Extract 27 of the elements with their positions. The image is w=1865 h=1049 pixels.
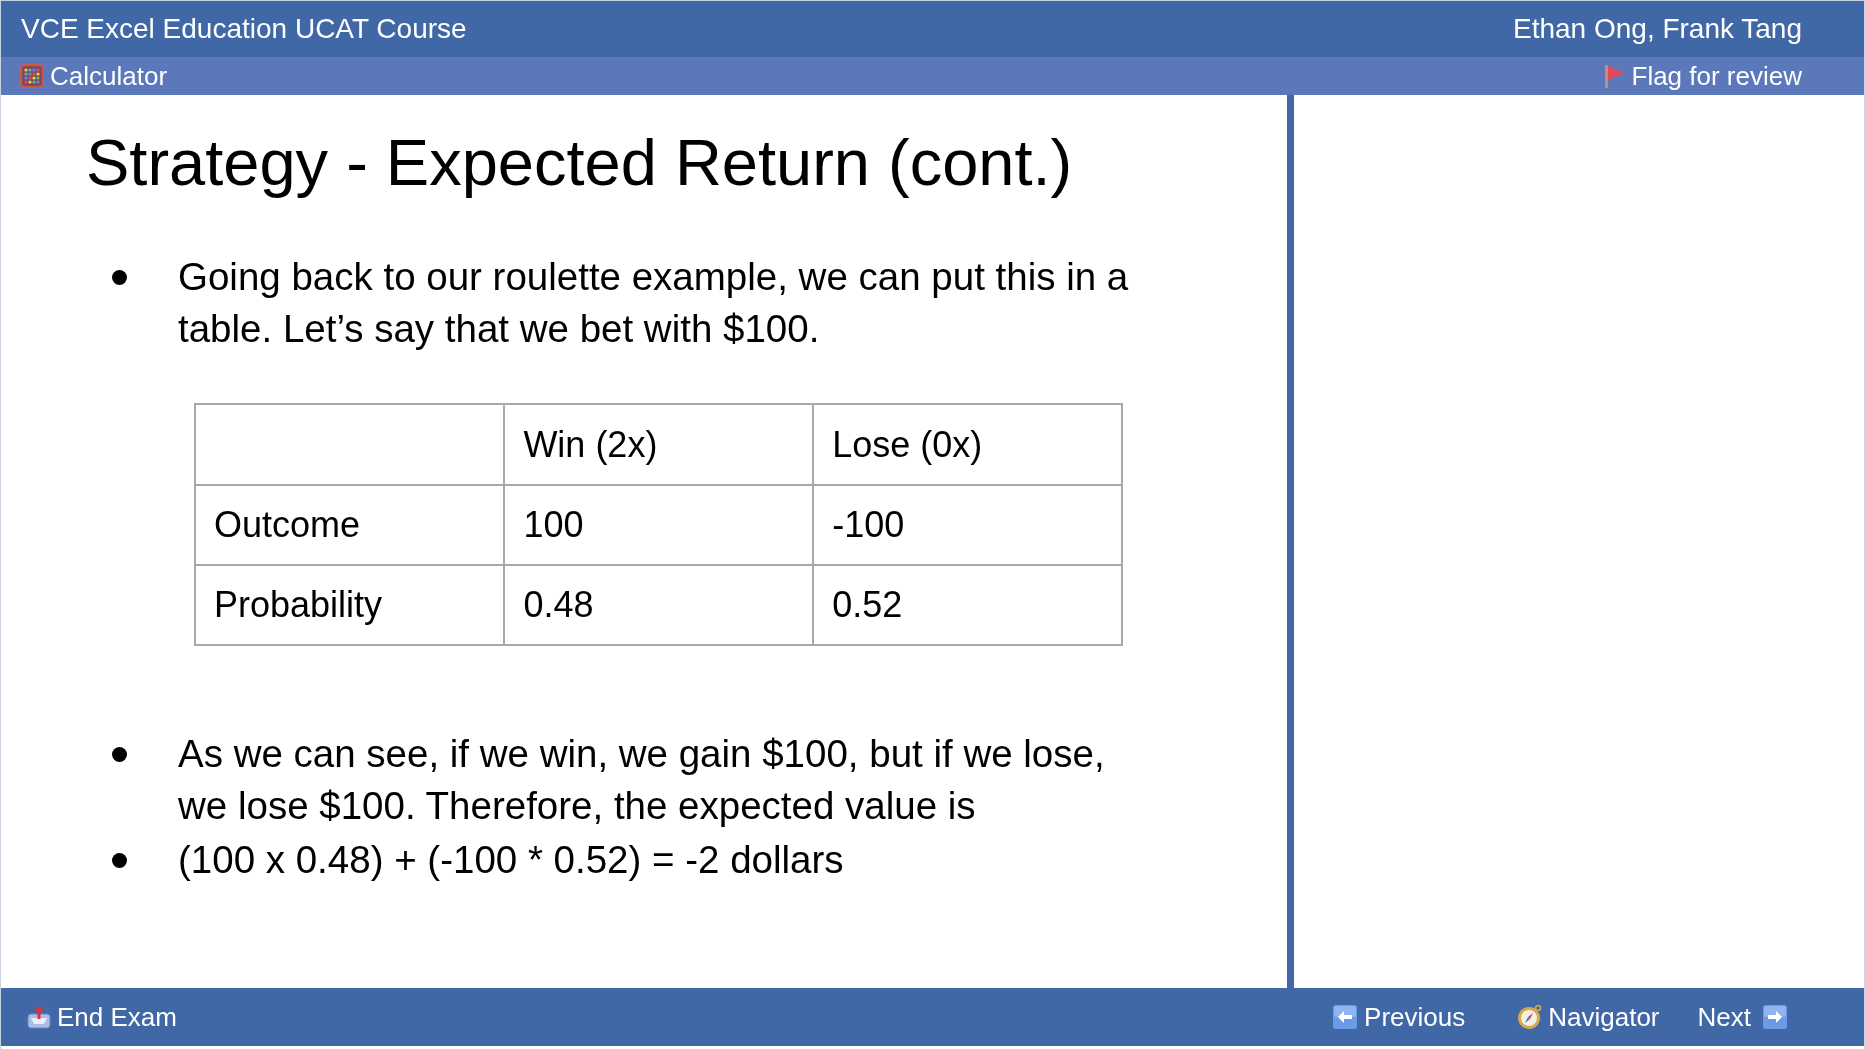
compass-icon [1517,1004,1543,1030]
end-exam-button[interactable]: End Exam [27,1004,177,1030]
bullet-icon [112,746,127,762]
table-cell: 0.48 [523,584,594,625]
flag-icon [1603,64,1626,88]
calculator-button[interactable]: Calculator [20,63,168,89]
previous-button[interactable]: Previous [1333,1004,1466,1030]
app-title: VCE Excel Education UCAT Course [21,15,467,43]
table-cell: -100 [832,504,905,545]
row-header: Outcome [214,504,361,545]
author-names: Ethan Ong, Frank Tang [1513,15,1802,43]
bullet-text: As we can see, if we win, we gain $100, but if we lose, we lose $100. Therefore, the expected value is [178,731,1106,829]
column-header: Lose (0x) [832,423,983,465]
bullet-icon [112,269,127,285]
flag-review-button[interactable]: Flag for review [1603,63,1802,89]
slide-title: Strategy - Expected Return (cont.) [86,125,1073,200]
table-cell: 100 [523,504,584,545]
bullet-text: (100 x 0.48) + (-100 * 0.52) = -2 dollars [178,837,845,883]
bullet-text: Going back to our roulette example, we can put this in a table. Let’s say that we bet with $100. [178,254,1130,352]
navigator-button[interactable]: Navigator [1517,1004,1660,1030]
next-button[interactable]: Next [1697,1004,1787,1030]
table-cell: 0.52 [832,584,903,625]
tray-arrow-icon [27,1005,51,1029]
row-header: Probability [214,584,383,625]
bullet-icon [112,852,127,868]
abacus-icon [20,64,44,88]
column-header: Win (2x) [523,423,658,465]
